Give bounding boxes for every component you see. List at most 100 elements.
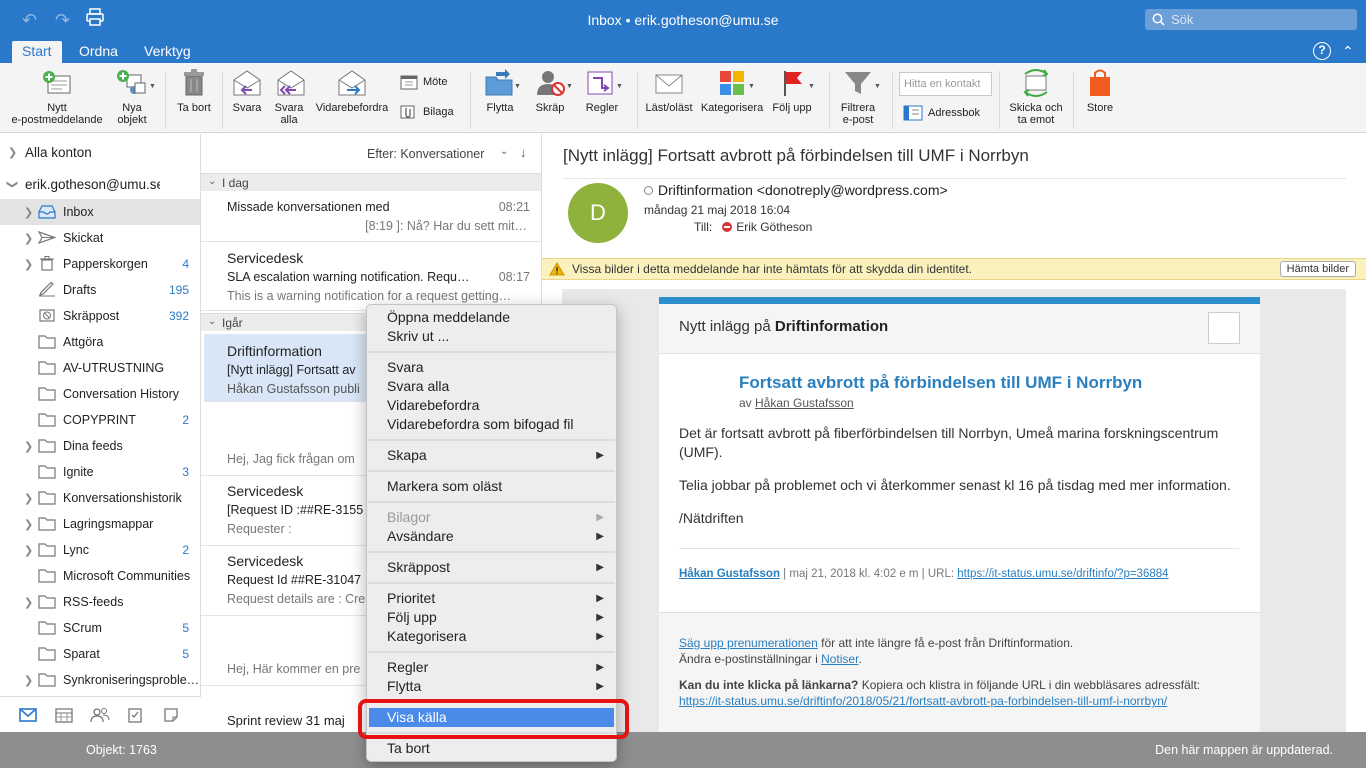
sidebar-item-papperskorgen[interactable]: ❯ Papperskorgen 4 xyxy=(0,251,200,277)
search-input[interactable]: Sök xyxy=(1145,9,1357,30)
sidebar-item-dina-feeds[interactable]: ❯ Dina feeds xyxy=(0,433,200,459)
chevron-down-icon[interactable]: ❯ xyxy=(6,179,19,188)
chevron-down-icon[interactable]: ▼ xyxy=(808,83,815,90)
people-search-input[interactable]: Hitta en kontakt xyxy=(899,72,992,96)
move-button[interactable]: Flytta xyxy=(478,68,522,114)
menu-item-forward-as-attachment[interactable]: Vidarebefordra som bifogad fil xyxy=(367,415,616,434)
menu-item-follow-up[interactable]: Följ upp ▶ xyxy=(367,608,616,627)
group-header-today[interactable]: ⌄ I dag xyxy=(201,173,541,191)
mail-icon[interactable] xyxy=(19,707,37,723)
sidebar-item-skräppost[interactable]: Skräppost 392 xyxy=(0,303,200,329)
recipient-name[interactable]: Erik Götheson xyxy=(736,220,812,234)
tasks-icon[interactable] xyxy=(127,707,143,723)
menu-item-create[interactable]: Skapa ▶ xyxy=(367,446,616,465)
list-item[interactable]: Servicedesk SLA escalation warning notif… xyxy=(201,242,541,311)
sidebar-item-av-utrustning[interactable]: AV-UTRUSTNING xyxy=(0,355,200,381)
reply-all-button[interactable]: Svara alla xyxy=(270,68,308,126)
chevron-right-icon[interactable]: ❯ xyxy=(24,440,33,453)
tab-verktyg[interactable]: Verktyg xyxy=(134,41,201,63)
chevron-down-icon[interactable]: ▼ xyxy=(514,83,521,90)
sidebar-item-microsoft-communities[interactable]: Microsoft Communities xyxy=(0,563,200,589)
sender-line[interactable]: Driftinformation <donotreply@wordpress.c… xyxy=(644,182,948,198)
categorize-button[interactable]: Kategorisera xyxy=(699,68,765,114)
tab-start[interactable]: Start xyxy=(12,41,62,63)
menu-item-priority[interactable]: Prioritet ▶ xyxy=(367,589,616,608)
sidebar-item-lagringsmappar[interactable]: ❯ Lagringsmappar xyxy=(0,511,200,537)
collapse-ribbon-icon[interactable]: ⌃ xyxy=(1342,43,1354,60)
notifications-link[interactable]: Notiser xyxy=(821,652,858,666)
sidebar-item-copyprint[interactable]: COPYPRINT 2 xyxy=(0,407,200,433)
sidebar-item-rss-feeds[interactable]: ❯ RSS-feeds xyxy=(0,589,200,615)
all-accounts-item[interactable]: ❯ Alla konton xyxy=(0,139,200,165)
menu-item-forward[interactable]: Vidarebefordra xyxy=(367,396,616,415)
chevron-down-icon[interactable]: ⌄ xyxy=(500,146,508,157)
chevron-right-icon[interactable]: ❯ xyxy=(24,518,33,531)
menu-item-reply[interactable]: Svara xyxy=(367,358,616,377)
list-item[interactable]: Missade konversationen med 08:21 [8:19 ]… xyxy=(201,192,541,242)
calendar-icon[interactable] xyxy=(55,707,73,723)
chevron-down-icon[interactable]: ▼ xyxy=(566,83,573,90)
menu-item-categorize[interactable]: Kategorisera ▶ xyxy=(367,627,616,646)
menu-item-move[interactable]: Flytta ▶ xyxy=(367,677,616,696)
chevron-right-icon[interactable]: ❯ xyxy=(8,146,17,159)
chevron-down-icon[interactable]: ▼ xyxy=(874,83,881,90)
menu-item-reply-all[interactable]: Svara alla xyxy=(367,377,616,396)
follow-up-button[interactable]: Följ upp xyxy=(768,68,816,114)
menu-item-rules[interactable]: Regler ▶ xyxy=(367,658,616,677)
sidebar-item-attgöra[interactable]: Attgöra xyxy=(0,329,200,355)
send-receive-button[interactable]: Skicka och ta emot xyxy=(1005,68,1067,126)
sort-direction-icon[interactable]: ↓ xyxy=(520,145,527,160)
chevron-right-icon[interactable]: ❯ xyxy=(24,596,33,609)
forward-button[interactable]: Vidarebefordra xyxy=(312,68,392,114)
post-title-link[interactable]: Fortsatt avbrott på förbindelsen till UM… xyxy=(739,373,1142,393)
menu-item-delete[interactable]: Ta bort xyxy=(367,739,616,758)
sidebar-item-scrum[interactable]: SCrum 5 xyxy=(0,615,200,641)
chevron-down-icon[interactable]: ▼ xyxy=(149,83,156,90)
sidebar-item-conversation-history[interactable]: Conversation History xyxy=(0,381,200,407)
sidebar-item-synkroniseringsproble-[interactable]: ❯ Synkroniseringsproble… xyxy=(0,667,200,693)
post-url-link[interactable]: https://it-status.umu.se/driftinfo/2018/… xyxy=(679,694,1167,708)
help-icon[interactable]: ? xyxy=(1313,42,1331,60)
sidebar-item-lync[interactable]: ❯ Lync 2 xyxy=(0,537,200,563)
menu-item-sender[interactable]: Avsändare ▶ xyxy=(367,527,616,546)
menu-item-open-message[interactable]: Öppna meddelande xyxy=(367,308,616,327)
new-email-button[interactable]: Nytt e-postmeddelande xyxy=(8,68,106,126)
sidebar-item-konversationshistorik[interactable]: ❯ Konversationshistorik xyxy=(0,485,200,511)
chevron-right-icon[interactable]: ❯ xyxy=(24,232,33,245)
sort-dropdown[interactable]: Efter: Konversationer xyxy=(367,147,484,161)
filter-email-button[interactable]: Filtrera e-post xyxy=(836,68,880,126)
chevron-down-icon[interactable]: ▼ xyxy=(748,83,755,90)
read-unread-button[interactable]: Läst/oläst xyxy=(642,68,696,114)
meta-url-link[interactable]: https://it-status.umu.se/driftinfo/?p=36… xyxy=(957,568,1168,580)
sidebar-item-skickat[interactable]: ❯ Skickat xyxy=(0,225,200,251)
chevron-right-icon[interactable]: ❯ xyxy=(24,492,33,505)
menu-item-junk[interactable]: Skräppost ▶ xyxy=(367,558,616,577)
chevron-right-icon[interactable]: ❯ xyxy=(24,674,33,687)
chevron-right-icon[interactable]: ❯ xyxy=(24,258,33,271)
notes-icon[interactable] xyxy=(163,707,179,723)
new-items-button[interactable]: Nya objekt xyxy=(112,68,152,126)
delete-button[interactable]: Ta bort xyxy=(172,68,216,114)
account-item[interactable]: ❯ erik.gotheson@umu.se xyxy=(0,171,200,197)
people-icon[interactable] xyxy=(90,707,110,723)
chevron-right-icon[interactable]: ❯ xyxy=(24,206,33,219)
meta-author-link[interactable]: Håkan Gustafsson xyxy=(679,568,780,580)
sidebar-item-drafts[interactable]: Drafts 195 xyxy=(0,277,200,303)
sidebar-item-ignite[interactable]: Ignite 3 xyxy=(0,459,200,485)
attachment-button[interactable]: Bilaga xyxy=(400,104,454,120)
sidebar-item-inbox[interactable]: ❯ Inbox xyxy=(0,199,200,225)
tab-ordna[interactable]: Ordna xyxy=(69,41,128,63)
chevron-right-icon[interactable]: ❯ xyxy=(24,544,33,557)
rules-button[interactable]: Regler xyxy=(582,68,622,114)
sidebar-item-sparat[interactable]: Sparat 5 xyxy=(0,641,200,667)
reply-button[interactable]: Svara xyxy=(228,68,266,114)
chevron-down-icon[interactable]: ⌄ xyxy=(208,316,216,327)
author-link[interactable]: Håkan Gustafsson xyxy=(755,396,854,410)
address-book-button[interactable]: Adressbok xyxy=(903,105,980,121)
menu-item-print[interactable]: Skriv ut ... xyxy=(367,327,616,346)
load-images-button[interactable]: Hämta bilder xyxy=(1279,261,1356,277)
chevron-down-icon[interactable]: ▼ xyxy=(616,83,623,90)
junk-button[interactable]: Skräp xyxy=(530,68,570,114)
menu-item-mark-unread[interactable]: Markera som oläst xyxy=(367,477,616,496)
meeting-button[interactable]: Möte xyxy=(400,74,447,90)
